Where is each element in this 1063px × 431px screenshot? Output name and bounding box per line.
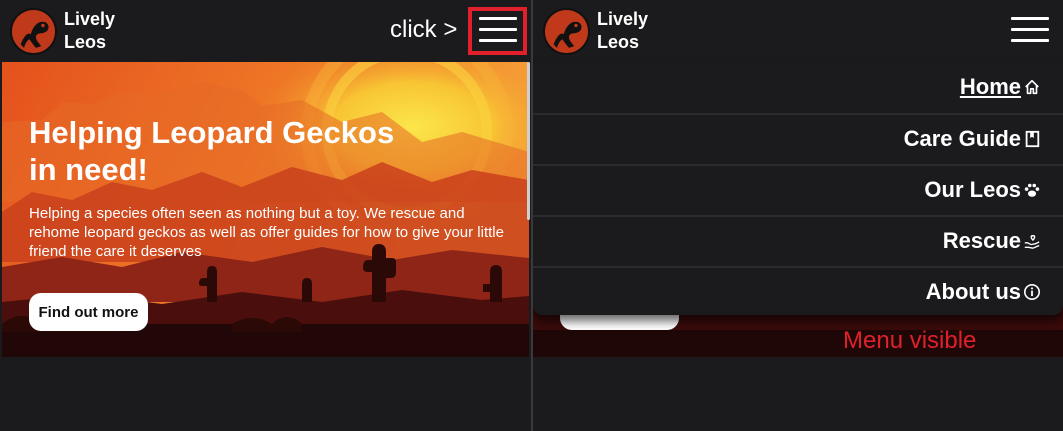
panel-menu-open: Lively Leos Menu visible Home Care Guide (533, 0, 1063, 431)
book-icon (1023, 130, 1041, 148)
hero-title: Helping Leopard Geckos in need! (29, 115, 395, 187)
nav-item-label: About us (925, 279, 1021, 304)
brand-name[interactable]: Lively Leos (64, 8, 115, 54)
home-icon (1023, 78, 1041, 96)
nav-item-label: Our Leos (924, 177, 1021, 202)
nav-item-our-leos[interactable]: Our Leos (533, 164, 1063, 214)
hamburger-bar (1011, 17, 1049, 20)
navbar: Lively Leos (533, 0, 1063, 62)
nav-item-label: Rescue (942, 228, 1021, 253)
click-highlight-box (468, 7, 527, 55)
brand-line-2: Leos (64, 32, 107, 52)
menu-visible-annotation: Menu visible (843, 327, 977, 354)
brand-name[interactable]: Lively Leos (597, 8, 648, 54)
hero-description: Helping a species often seen as nothing … (29, 205, 504, 260)
navbar: Lively Leos click > (0, 0, 531, 62)
dropdown-nav-menu: Home Care Guide Our Leos Rescue About us (533, 62, 1063, 315)
brand-line-1: Lively (597, 9, 649, 29)
nav-item-home[interactable]: Home (533, 62, 1063, 112)
hamburger-bar (1011, 39, 1049, 42)
hero-banner: Helping Leopard Geckos in need! Helping … (2, 62, 529, 357)
gecko-logo-icon[interactable] (10, 8, 57, 55)
nav-item-about-us[interactable]: About us (533, 266, 1063, 315)
nav-item-rescue[interactable]: Rescue (533, 215, 1063, 265)
nav-item-care-guide[interactable]: Care Guide (533, 113, 1063, 163)
nav-item-label: Home (959, 74, 1021, 99)
hamburger-menu-button[interactable] (1011, 15, 1049, 43)
nav-item-label: Care Guide (903, 126, 1021, 151)
info-icon (1023, 283, 1041, 301)
hand-heart-icon (1023, 232, 1041, 250)
hamburger-bar (1011, 28, 1049, 31)
paw-icon (1023, 181, 1041, 199)
brand-line-2: Leos (597, 32, 640, 52)
click-annotation: click > (390, 16, 458, 43)
brand-line-1: Lively (64, 9, 116, 29)
scrollbar-thumb[interactable] (527, 62, 530, 220)
gecko-logo-icon[interactable] (543, 8, 590, 55)
panel-before-click: Lively Leos click > Helping Leopard Geck… (0, 0, 531, 431)
find-out-more-button[interactable]: Find out more (29, 293, 148, 331)
